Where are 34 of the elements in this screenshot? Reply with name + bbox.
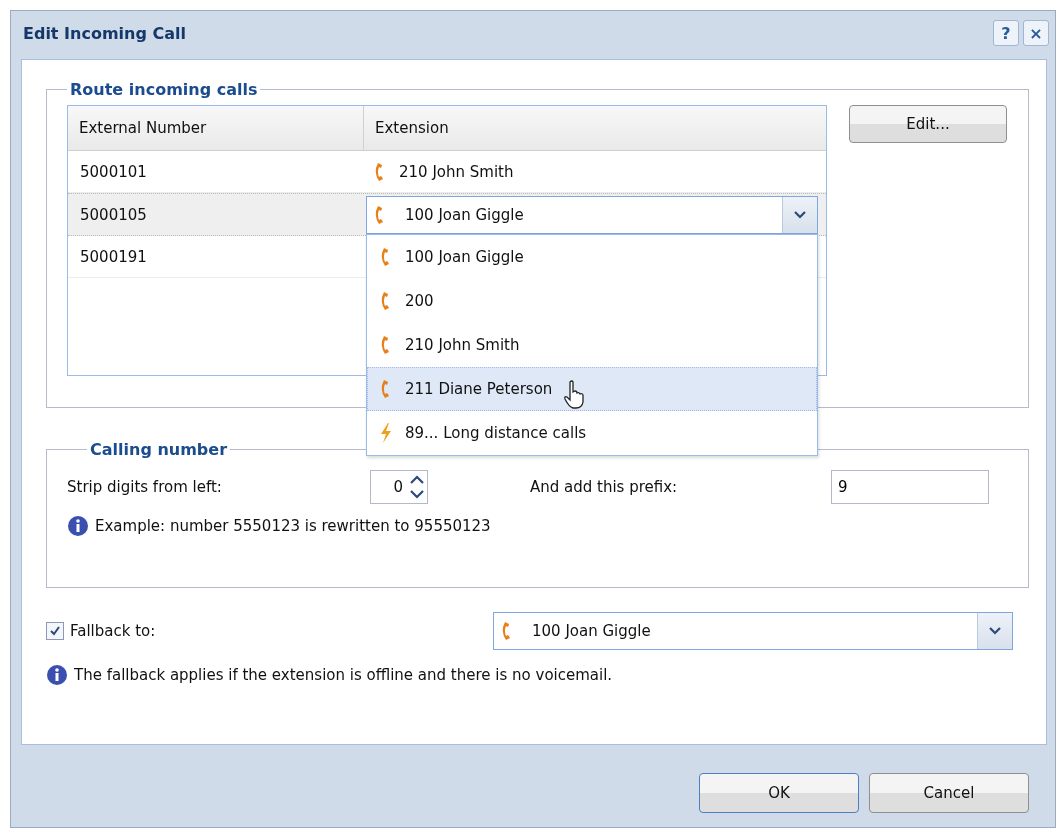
cancel-button[interactable]: Cancel [869,773,1029,813]
strip-digits-label: Strip digits from left: [67,478,223,496]
column-header[interactable]: Extension [363,106,822,150]
close-button[interactable]: × [1023,20,1049,46]
window-title: Edit Incoming Call [23,23,186,43]
help-button[interactable]: ? [993,20,1019,46]
table-cell-text: 5000191 [79,246,148,268]
edit-button[interactable]: Edit... [849,105,1007,143]
fallback-dropdown[interactable]: 100 Joan Giggle [493,612,1013,650]
fallback-label: Fallback to: [70,622,157,640]
lightning-icon [379,422,393,443]
ok-button[interactable]: OK [699,773,859,813]
strip-digits-spinner[interactable]: 0 [370,470,428,504]
table-cell-text: 5000101 [79,161,148,183]
dropdown-item[interactable]: 210 John Smith [367,322,817,367]
fallback-checkbox[interactable] [46,622,64,640]
hand-pointer-icon [563,379,585,410]
combo-value: 100 Joan Giggle [532,622,652,640]
example-text: Example: number 5550123 is rewritten to 95550123 [95,517,491,535]
combo-value: 100 Joan Giggle [405,205,525,224]
dropdown-item[interactable]: 200 [367,278,817,323]
info-icon [46,664,68,686]
prefix-label: And add this prefix: [530,478,679,496]
fallback-info-text: The fallback applies if the extension is offline and there is no voicemail. [74,666,613,684]
prefix-field[interactable]: 9 [831,470,989,504]
dropdown-item[interactable]: 100 Joan Giggle [367,234,817,279]
table-cell-text: 5000105 [79,204,148,226]
table-cell: 210 John Smith [399,162,514,181]
checkmark-icon [49,625,61,637]
dropdown-item[interactable]: 211 Diane Peterson [367,366,817,411]
info-icon [67,515,89,537]
group-legend: Calling number [87,440,231,459]
group-legend: Route incoming calls [67,80,261,99]
column-header[interactable]: External Number [68,106,363,150]
